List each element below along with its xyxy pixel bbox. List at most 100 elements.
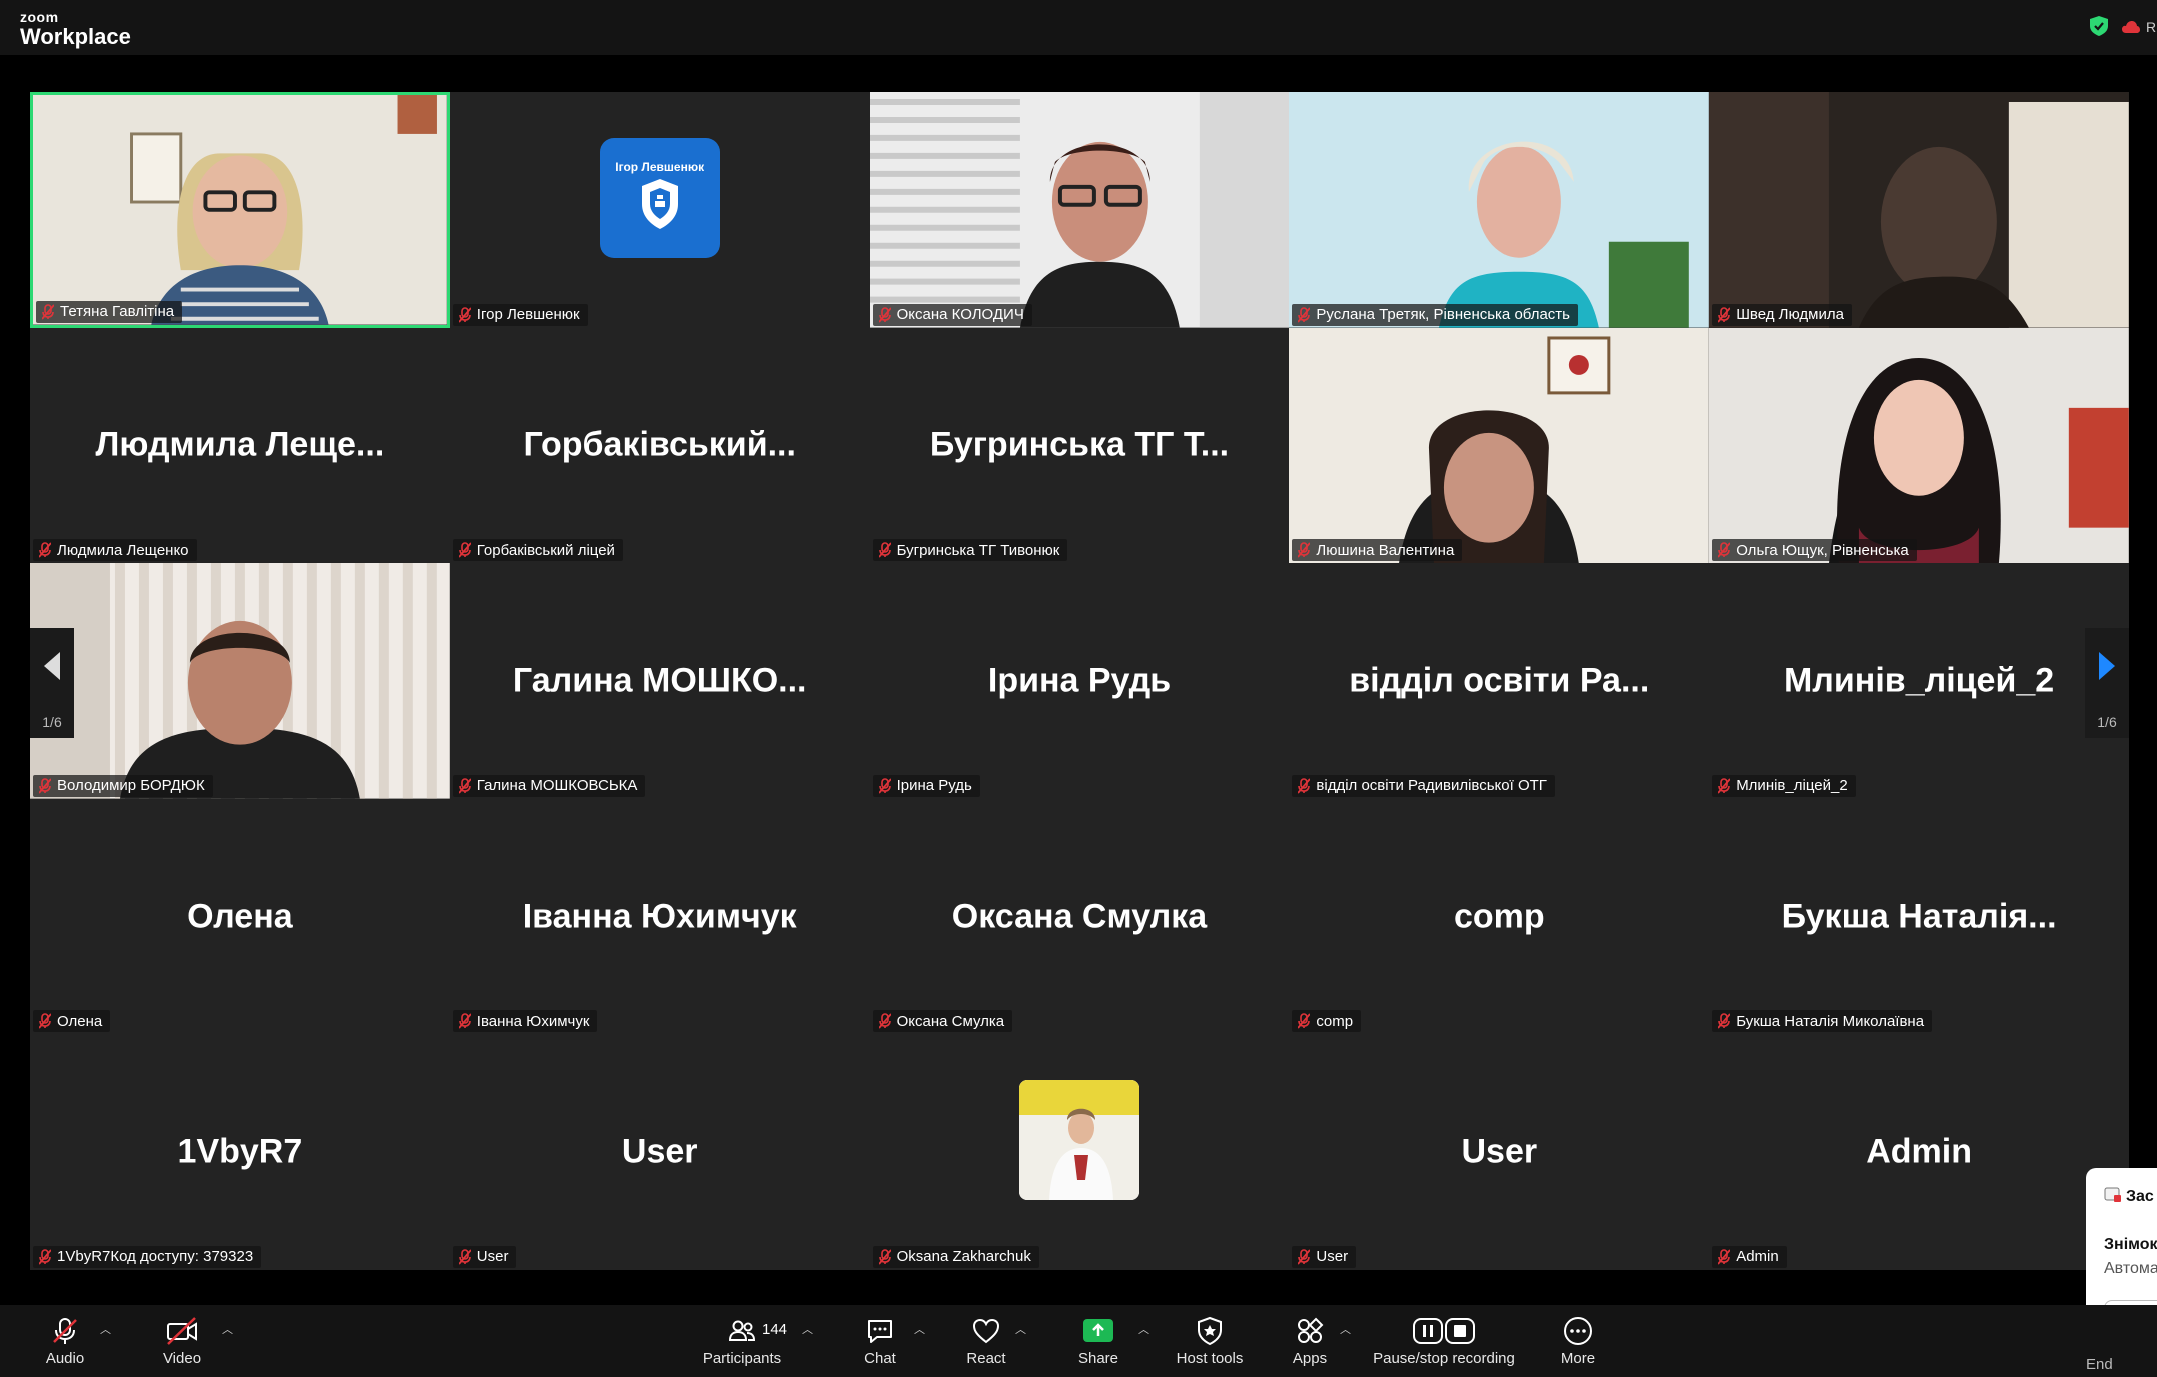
chat-button[interactable]: Chat bbox=[855, 1305, 905, 1377]
participant-name-tag: Руслана Третяк, Рівненська область bbox=[1292, 303, 1578, 326]
audio-button[interactable]: Audio bbox=[40, 1305, 90, 1377]
muted-microphone-icon bbox=[1718, 542, 1731, 558]
participant-display-name: Букша Наталія... bbox=[1781, 897, 2057, 936]
participant-name-tag: Швед Людмила bbox=[1712, 303, 1852, 326]
next-page-button[interactable]: 1/6 bbox=[2085, 628, 2129, 738]
more-button[interactable]: More bbox=[1553, 1305, 1603, 1377]
participant-tile[interactable]: Іванна Юхимчук Іванна Юхимчук bbox=[449, 798, 870, 1035]
profile-picture: Ігор Левшенюк bbox=[599, 137, 720, 258]
host-shield-icon bbox=[1198, 1316, 1222, 1345]
participant-tile[interactable]: Ірина Рудь Ірина Рудь bbox=[869, 563, 1290, 799]
muted-microphone-icon bbox=[1718, 777, 1731, 794]
muted-microphone-icon bbox=[1718, 1013, 1731, 1029]
participant-tile[interactable]: Володимир БОРДЮК bbox=[30, 563, 450, 799]
chat-options-chevron-icon[interactable]: ︿ bbox=[914, 1321, 925, 1337]
participant-tile[interactable]: comp comp bbox=[1289, 798, 1710, 1035]
previous-page-button[interactable]: 1/6 bbox=[30, 628, 74, 738]
profile-picture-text: Ігор Левшенюк bbox=[615, 160, 705, 175]
participant-name-tag: Олена bbox=[33, 1010, 111, 1033]
muted-microphone-icon bbox=[878, 777, 891, 794]
participant-name-tag: Людмила Лещенко bbox=[33, 539, 197, 562]
participant-tile[interactable]: Тетяна Гавлітіна bbox=[30, 92, 450, 328]
share-options-chevron-icon[interactable]: ︿ bbox=[1138, 1321, 1149, 1337]
heart-icon bbox=[972, 1318, 1000, 1343]
participant-tile[interactable]: Admin Admin bbox=[1709, 1034, 2129, 1270]
participants-options-chevron-icon[interactable]: ︿ bbox=[802, 1321, 813, 1337]
participant-tile[interactable]: User User bbox=[1289, 1034, 1710, 1270]
participant-tile[interactable]: Оксана Смулка Оксана Смулка bbox=[869, 798, 1290, 1035]
react-label: React bbox=[966, 1349, 1006, 1367]
participant-tile[interactable]: Букша Наталія... Букша Наталія Миколаївна bbox=[1709, 798, 2129, 1035]
participant-name: Швед Людмила bbox=[1736, 306, 1844, 324]
microphone-muted-icon bbox=[53, 1317, 77, 1344]
logo-big-text: Workplace bbox=[20, 24, 131, 49]
participant-name: Oksana Zakharchuk bbox=[896, 1248, 1031, 1266]
participant-display-name: 1VbyR7 bbox=[177, 1132, 303, 1171]
muted-microphone-icon bbox=[39, 777, 51, 794]
participant-name-tag: Оксана КОЛОДИЧ bbox=[872, 303, 1032, 326]
participant-tile[interactable]: Люшина Валентина bbox=[1289, 327, 1710, 564]
participant-tile[interactable]: Млинів_ліцей_2 Млинів_ліцей_2 bbox=[1709, 563, 2129, 799]
react-button[interactable]: React bbox=[961, 1305, 1011, 1377]
participant-name: Оксана Смулка bbox=[896, 1012, 1005, 1030]
react-options-chevron-icon[interactable]: ︿ bbox=[1015, 1321, 1026, 1337]
muted-microphone-icon bbox=[878, 1249, 891, 1265]
participant-name: Ірина Рудь bbox=[896, 777, 972, 795]
participant-display-name: відділ освіти Ра... bbox=[1349, 661, 1650, 700]
participants-count: 144 bbox=[762, 1321, 788, 1338]
participant-name: Іванна Юхимчук bbox=[476, 1012, 590, 1030]
participant-video bbox=[1289, 92, 1710, 328]
participant-video bbox=[33, 95, 447, 325]
end-meeting-button[interactable]: End bbox=[2086, 1356, 2113, 1373]
participant-name: Олена bbox=[57, 1012, 103, 1030]
audio-options-chevron-icon[interactable]: ︿ bbox=[100, 1321, 111, 1337]
participant-tile[interactable]: Оксана КОЛОДИЧ bbox=[869, 92, 1290, 328]
participant-name: comp bbox=[1316, 1012, 1354, 1030]
apps-button[interactable]: Apps bbox=[1285, 1305, 1335, 1377]
host-tools-button[interactable]: Host tools bbox=[1170, 1305, 1250, 1377]
participant-tile[interactable]: Oksana Zakharchuk bbox=[869, 1034, 1290, 1270]
share-button[interactable]: Share bbox=[1073, 1305, 1123, 1377]
participant-name: User bbox=[1316, 1248, 1349, 1266]
participants-button[interactable]: Participants bbox=[700, 1305, 784, 1377]
participant-video bbox=[869, 92, 1290, 328]
pause-stop-recording-button[interactable]: Pause/stop recording bbox=[1369, 1305, 1519, 1377]
participant-name-tag: Оксана Смулка bbox=[872, 1010, 1013, 1033]
participants-label: Participants bbox=[702, 1349, 782, 1367]
participant-tile[interactable]: 1VbyR7 1VbyR7Код доступу: 379323 bbox=[30, 1034, 450, 1270]
muted-microphone-icon bbox=[39, 542, 51, 558]
participant-tile[interactable]: Ігор Левшенюк Ігор Левшенюк bbox=[449, 92, 870, 328]
participant-tile[interactable]: User User bbox=[449, 1034, 870, 1270]
participant-tile[interactable]: Швед Людмила bbox=[1709, 92, 2129, 328]
participant-tile[interactable]: Людмила Леще... Людмила Лещенко bbox=[30, 327, 450, 564]
logo-small-text: zoom bbox=[20, 9, 59, 25]
muted-microphone-icon bbox=[1298, 1249, 1311, 1265]
video-button[interactable]: Video bbox=[157, 1305, 207, 1377]
chat-icon bbox=[868, 1319, 892, 1343]
apps-icon bbox=[1298, 1317, 1324, 1343]
participant-tile[interactable]: Бугринська ТГ Т... Бугринська ТГ Тивонюк bbox=[869, 327, 1290, 564]
participant-name-tag: Ігор Левшенюк bbox=[452, 303, 588, 326]
participant-name: Букша Наталія Миколаївна bbox=[1736, 1012, 1925, 1030]
participant-name-tag: Володимир БОРДЮК bbox=[33, 774, 213, 797]
video-options-chevron-icon[interactable]: ︿ bbox=[222, 1321, 233, 1337]
share-label: Share bbox=[1077, 1349, 1119, 1367]
cloud-recording-icon[interactable] bbox=[2122, 20, 2140, 34]
participant-name-tag: Люшина Валентина bbox=[1292, 539, 1463, 562]
participant-video bbox=[1709, 92, 2129, 328]
encryption-shield-icon[interactable] bbox=[2090, 16, 2108, 36]
participant-tile[interactable]: Руслана Третяк, Рівненська область bbox=[1289, 92, 1710, 328]
participant-tile[interactable]: Ольга Ющук, Рівненська bbox=[1709, 327, 2129, 564]
participant-name: відділ освіти Радивилівської ОТГ bbox=[1316, 777, 1547, 795]
participant-name-tag: відділ освіти Радивилівської ОТГ bbox=[1292, 774, 1555, 797]
participant-name: Володимир БОРДЮК bbox=[57, 777, 205, 795]
muted-microphone-icon bbox=[458, 542, 471, 558]
participant-display-name: Ірина Рудь bbox=[987, 661, 1172, 700]
participant-tile[interactable]: Горбаківський... Горбаківський ліцей bbox=[449, 327, 870, 564]
video-label: Video bbox=[162, 1349, 202, 1367]
participant-name: Ольга Ющук, Рівненська bbox=[1736, 541, 1909, 559]
apps-options-chevron-icon[interactable]: ︿ bbox=[1340, 1321, 1351, 1337]
participant-tile[interactable]: Галина МОШКО... Галина МОШКОВСЬКА bbox=[449, 563, 870, 799]
participant-tile[interactable]: відділ освіти Ра... відділ освіти Радивил… bbox=[1289, 563, 1710, 799]
participant-tile[interactable]: Олена Олена bbox=[30, 798, 450, 1035]
